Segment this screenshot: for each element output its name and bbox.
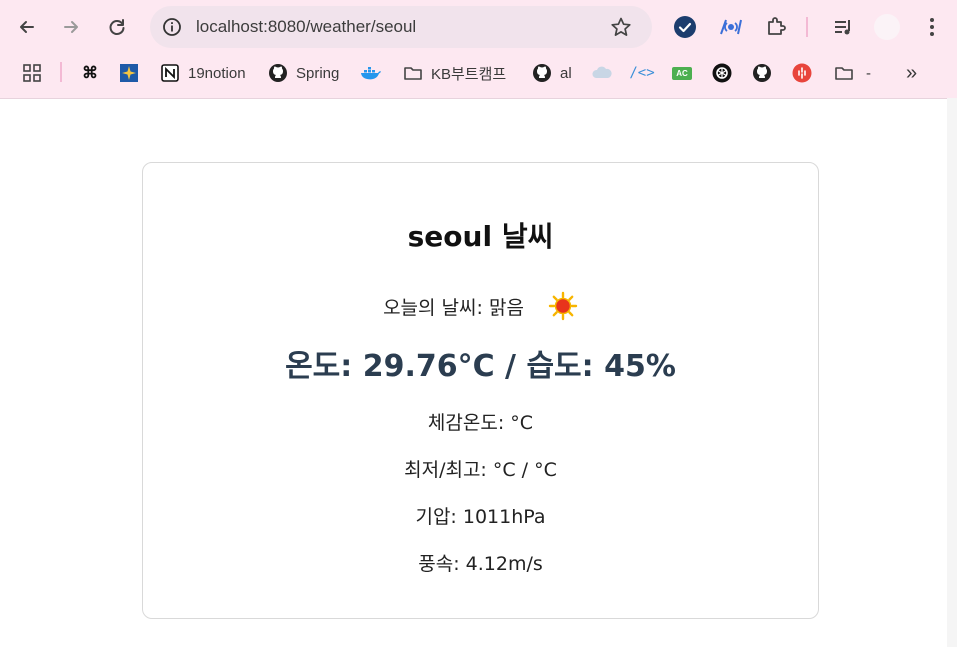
page-title: seoul 날씨: [407, 220, 554, 253]
reload-button[interactable]: [101, 11, 133, 43]
openai-icon: [712, 63, 732, 83]
bookmark-item-ac[interactable]: AC: [672, 60, 692, 86]
bookmark-item-cloud[interactable]: [592, 60, 612, 86]
bookmark-item-github[interactable]: [752, 60, 772, 86]
forward-button[interactable]: [55, 11, 87, 43]
ac-icon: AC: [672, 66, 692, 80]
wind-speed: 풍속: 4.12m/s: [418, 553, 543, 575]
url-text[interactable]: localhost:8080/weather/seoul: [196, 17, 416, 37]
bookmark-label: -: [866, 64, 871, 82]
bookmark-label: KB부트캠프: [431, 65, 507, 83]
chevron-double-right-icon: »: [906, 61, 918, 84]
bookmark-item-openai[interactable]: [712, 60, 732, 86]
toolbar-separator: [806, 17, 808, 37]
scrollbar[interactable]: [947, 98, 957, 647]
profile-icon: [874, 14, 900, 40]
profile-button[interactable]: [872, 12, 902, 42]
github-icon: [753, 64, 771, 82]
bookmark-item-red[interactable]: [792, 60, 812, 86]
folder-icon: [835, 67, 853, 80]
cloud-icon: [592, 66, 612, 78]
bookmark-icon: [120, 64, 138, 82]
notion-icon: [161, 64, 179, 82]
weather-condition: 오늘의 날씨: 맑음: [143, 291, 818, 321]
bookmark-label: Spring: [296, 64, 340, 82]
apps-button[interactable]: [22, 60, 42, 86]
bookmark-folder-kb[interactable]: KB부트캠프: [403, 60, 506, 86]
menu-icon: [930, 18, 934, 36]
forward-arrow-icon: [64, 21, 78, 33]
bookmarks-bar: ⌘ 19notion Spring KB부트캠프 al /<> AC - »: [0, 56, 957, 90]
browser-chrome: localhost:8080/weather/seoul ⌘ 19notion …: [0, 0, 957, 99]
min-max-temperature: 최저/최고: °C / °C: [404, 459, 557, 481]
bookmark-icon: ⌘: [82, 65, 98, 82]
browser-toolbar: localhost:8080/weather/seoul: [0, 0, 957, 54]
extensions-icon: [768, 17, 786, 35]
folder-icon: [404, 67, 422, 80]
bookmarks-overflow-button[interactable]: »: [906, 60, 917, 86]
weather-card: seoul 날씨 오늘의 날씨: 맑음 온도: 29.76°C / 습도: 45…: [142, 162, 819, 619]
extensions-button[interactable]: [761, 12, 791, 42]
reload-icon: [109, 19, 125, 35]
condition-text: 오늘의 날씨: 맑음: [383, 296, 524, 319]
temperature-humidity: 온도: 29.76°C / 습도: 45%: [285, 349, 676, 384]
bookmark-item-code[interactable]: /<>: [629, 60, 655, 86]
github-icon: [269, 64, 287, 82]
menu-button[interactable]: [917, 12, 947, 42]
feels-like: 체감온도: °C: [427, 412, 534, 434]
bookmark-separator: [60, 62, 62, 82]
check-circle-icon: [674, 16, 696, 38]
media-button[interactable]: [828, 12, 858, 42]
star-icon[interactable]: [610, 16, 632, 38]
bookmark-item-al[interactable]: al: [532, 60, 572, 86]
pressure: 기압: 1011hPa: [415, 506, 546, 528]
network-icon: [720, 19, 742, 35]
github-icon: [533, 64, 551, 82]
bookmark-item-spring[interactable]: Spring: [268, 60, 339, 86]
bookmark-item-2[interactable]: [119, 60, 139, 86]
sun-icon: [548, 291, 578, 321]
address-bar[interactable]: localhost:8080/weather/seoul: [150, 6, 652, 48]
bookmark-folder-misc[interactable]: -: [834, 60, 871, 86]
bookmark-item-notion[interactable]: 19notion: [160, 60, 246, 86]
apps-grid-icon: [23, 64, 41, 82]
red-circle-icon: [792, 63, 812, 83]
docker-icon: [361, 67, 381, 80]
bookmark-label: 19notion: [188, 64, 246, 82]
bookmark-item-1[interactable]: ⌘: [80, 60, 100, 86]
media-icon: [835, 20, 850, 35]
extension-network-button[interactable]: [716, 12, 746, 42]
site-info-icon[interactable]: [162, 17, 182, 37]
bookmark-item-docker[interactable]: [360, 60, 382, 86]
bookmark-label: al: [560, 64, 572, 82]
back-arrow-icon: [20, 21, 34, 33]
extension-check-button[interactable]: [670, 12, 700, 42]
back-button[interactable]: [11, 11, 43, 43]
code-icon: /<>: [629, 65, 655, 81]
